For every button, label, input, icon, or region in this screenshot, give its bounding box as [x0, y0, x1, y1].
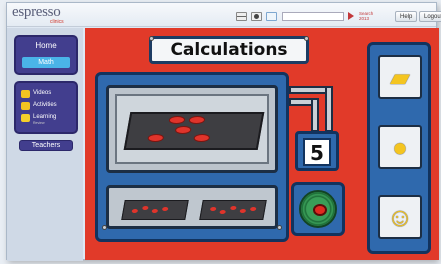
counter[interactable]: [147, 134, 165, 142]
video-icon: [21, 90, 30, 98]
top-bar: espresso clinics Search 2013 Help Logout: [7, 3, 441, 27]
teachers-button[interactable]: Teachers: [19, 140, 73, 151]
search-year-label[interactable]: Search 2013: [359, 11, 381, 21]
sidebar-item-label: Learning: [33, 114, 57, 120]
counter: [209, 207, 217, 211]
screw: [304, 36, 309, 41]
hint-icon: ▰: [390, 61, 410, 92]
counter[interactable]: [193, 134, 211, 142]
check-button-panel: [291, 182, 345, 236]
counter: [131, 209, 139, 213]
learning-icon: [21, 114, 30, 122]
help-button[interactable]: Help: [395, 11, 418, 22]
nav-math-link[interactable]: Math: [22, 57, 70, 68]
nav-panel: Home Math: [14, 35, 78, 75]
app-window: espresso clinics Search 2013 Help Logout…: [6, 2, 441, 261]
bottom-tray-window: [106, 185, 278, 229]
sidebar: Home Math Videos Activities Learning Rev…: [7, 28, 83, 261]
small-tray[interactable]: [121, 200, 189, 220]
window-icon[interactable]: [266, 12, 277, 21]
counter: [219, 210, 226, 214]
counter-tray[interactable]: [123, 112, 265, 150]
tray-chamber: [115, 94, 269, 164]
counter: [161, 207, 169, 211]
screw: [277, 225, 282, 230]
search-input[interactable]: [282, 12, 344, 21]
counter: [249, 207, 257, 211]
counter: [151, 209, 159, 213]
mouse-icon: ●: [392, 131, 408, 162]
answer-display: 5: [295, 131, 339, 171]
sidebar-item-label: Activities: [33, 102, 57, 108]
activity-title: Calculations: [170, 40, 288, 60]
counter: [239, 209, 247, 213]
title-plate: Calculations: [149, 36, 309, 64]
counter[interactable]: [168, 116, 186, 124]
tool-slot[interactable]: ☺: [378, 195, 422, 239]
counter: [142, 206, 149, 210]
counting-machine: [95, 72, 289, 242]
sidebar-item-label: Videos: [33, 90, 52, 96]
sidebar-item-sublabel: Review: [33, 121, 45, 125]
camera-icon[interactable]: [251, 12, 262, 21]
top-tray-window: [106, 85, 278, 173]
button-ring: [299, 190, 337, 228]
counter: [230, 206, 237, 210]
pipe: [325, 86, 333, 132]
activity-stage: Calculations 5 ▰ ● ☺: [85, 28, 439, 260]
nav-home-link[interactable]: Home: [22, 41, 70, 50]
logout-button[interactable]: Logout: [419, 11, 441, 22]
pipe: [311, 98, 319, 132]
counter[interactable]: [188, 116, 206, 124]
resources-panel: Videos Activities Learning Review: [14, 81, 78, 134]
menu-icon[interactable]: [236, 12, 247, 21]
smiley-icon: ☺: [386, 201, 414, 232]
tool-slot[interactable]: ●: [378, 125, 422, 169]
answer-value: 5: [303, 138, 331, 166]
screw: [102, 225, 107, 230]
feedback-panel: ▰ ● ☺: [367, 42, 431, 254]
logo-subtitle: clinics: [50, 19, 64, 25]
check-button[interactable]: [313, 204, 327, 216]
screw: [149, 36, 154, 41]
tool-slot[interactable]: ▰: [378, 55, 422, 99]
search-go-icon[interactable]: [348, 12, 354, 20]
activities-icon: [21, 102, 30, 110]
small-tray[interactable]: [199, 200, 267, 220]
counter[interactable]: [174, 126, 192, 134]
